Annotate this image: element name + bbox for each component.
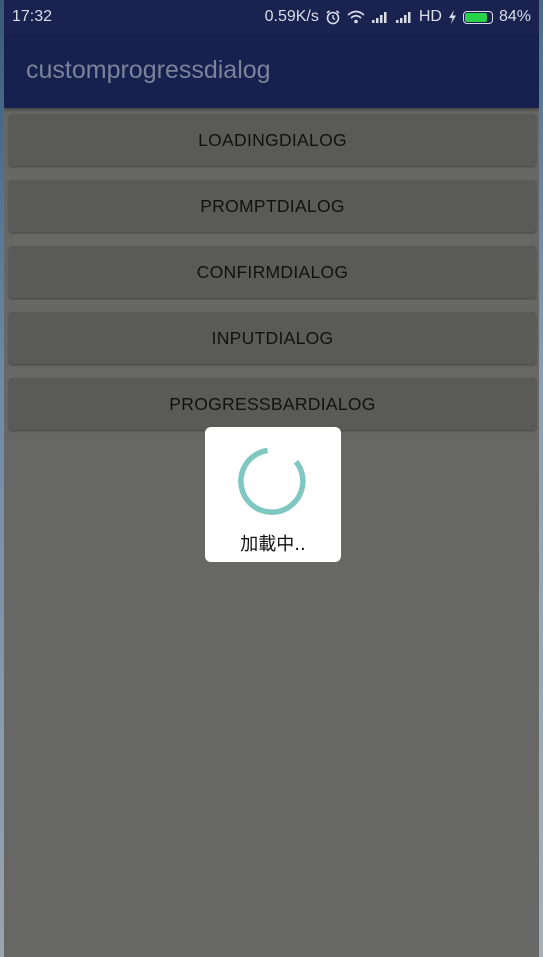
status-time: 17:32: [12, 8, 53, 25]
device-frame-right: [539, 0, 543, 957]
app-title: customprogressdialog: [26, 56, 271, 84]
status-bar: 17:32 0.59K/s HD 84%: [4, 0, 539, 34]
battery-percent: 84%: [498, 8, 531, 25]
dialog-message: 加載中..: [240, 534, 306, 555]
signal-icon: [395, 11, 413, 24]
loading-dialog: 加載中..: [205, 427, 341, 562]
network-type: HD: [418, 8, 442, 25]
app-bar: customprogressdialog: [4, 34, 539, 108]
charging-icon: [448, 10, 457, 24]
confirm-dialog-button[interactable]: CONFIRMDIALOG: [9, 246, 536, 298]
input-dialog-button[interactable]: INPUTDIALOG: [9, 312, 536, 364]
network-speed: 0.59K/s: [264, 8, 319, 25]
battery-level: [464, 12, 487, 22]
phone-screen: 17:32 0.59K/s HD 84% customprogressdialo…: [4, 0, 539, 957]
status-icons: 0.59K/s HD 84%: [265, 8, 531, 26]
progressbar-dialog-button[interactable]: PROGRESSBARDIALOG: [9, 378, 536, 430]
signal-icon: [371, 11, 389, 24]
wifi-icon: [347, 10, 365, 24]
alarm-icon: [325, 9, 341, 25]
battery-icon: [462, 10, 493, 24]
loading-dialog-button[interactable]: LOADINGDIALOG: [9, 114, 536, 166]
loading-spinner-icon: [237, 445, 309, 521]
prompt-dialog-button[interactable]: PROMPTDIALOG: [9, 180, 536, 232]
